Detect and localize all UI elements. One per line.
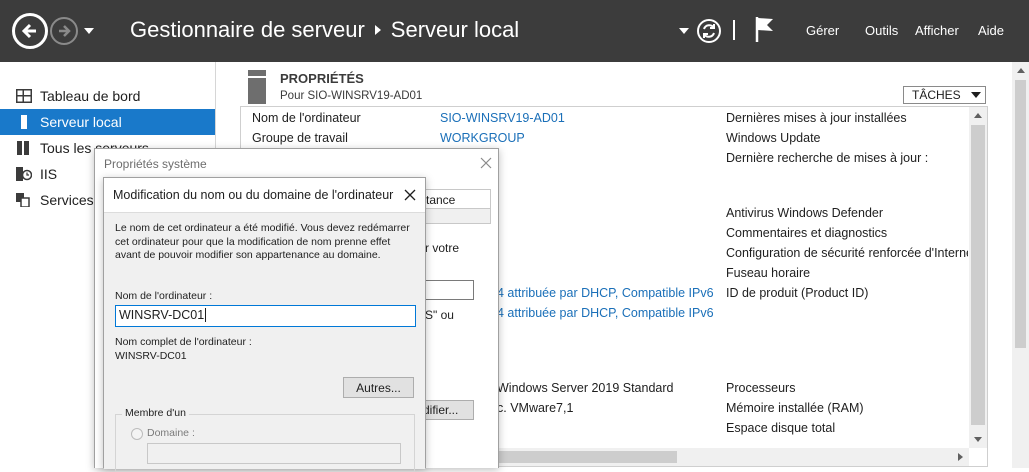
- restart-message: Le nom de cet ordinateur a été modifié. …: [115, 222, 410, 261]
- more-button-label: Autres...: [356, 380, 401, 395]
- ram-label: Mémoire installée (RAM): [726, 401, 864, 415]
- dashboard-icon: [16, 89, 32, 103]
- menu-help[interactable]: Aide: [978, 23, 1004, 38]
- forward-button[interactable]: [50, 17, 78, 45]
- product-id-label: ID de produit (Product ID): [726, 286, 869, 300]
- member-of-label: Membre d'un: [122, 407, 189, 419]
- rename-computer-dialog: Modification du nom ou du domaine de l'o…: [103, 177, 426, 472]
- windows-update-label: Windows Update: [726, 131, 821, 145]
- computer-name-input[interactable]: WINSRV-DC01: [115, 305, 416, 327]
- page-vscrollbar[interactable]: [1012, 62, 1029, 468]
- refresh-icon[interactable]: [696, 18, 722, 44]
- computer-name-link[interactable]: SIO-WINSRV19-AD01: [440, 111, 565, 125]
- more-button[interactable]: Autres...: [343, 377, 414, 398]
- toolbar-divider: [733, 20, 735, 40]
- history-dropdown-icon[interactable]: [84, 28, 94, 34]
- notifications-dropdown-icon[interactable]: [679, 28, 689, 34]
- description-input[interactable]: [423, 280, 474, 300]
- os-version-value: Windows Server 2019 Standard: [497, 381, 674, 395]
- domain-label: Domaine :: [147, 427, 195, 439]
- back-arrow-icon: [21, 23, 36, 39]
- close-icon[interactable]: [404, 189, 416, 201]
- tab-strip: [415, 208, 491, 224]
- workgroup-link[interactable]: WORKGROUP: [440, 131, 525, 145]
- system-properties-title: Propriétés système: [104, 157, 207, 171]
- back-button[interactable]: [12, 13, 48, 49]
- iis-icon: [16, 167, 32, 181]
- ethernet-status-link[interactable]: 4 attribuée par DHCP, Compatible IPv6: [497, 286, 714, 300]
- tasks-label: TÂCHES: [912, 88, 961, 102]
- hardware-value: c. VMware7,1: [497, 401, 574, 415]
- tab-remote[interactable]: tance: [415, 189, 491, 208]
- page-vscroll-thumb[interactable]: [1015, 80, 1026, 348]
- last-updates-label: Dernières mises à jour installées: [726, 111, 907, 125]
- ethernet2-status-link[interactable]: 4 attribuée par DHCP, Compatible IPv6: [497, 306, 714, 320]
- disk-label: Espace disque total: [726, 421, 836, 435]
- workgroup-label: Groupe de travail: [252, 131, 348, 145]
- tasks-button[interactable]: TÂCHES: [903, 86, 986, 104]
- change-button-label: difier...: [423, 403, 459, 417]
- sidebar-item-local-server[interactable]: Serveur local: [0, 109, 215, 135]
- ie-security-label: Configuration de sécurité renforcée d'In…: [726, 246, 968, 260]
- servers-icon: [17, 141, 29, 155]
- timezone-label: Fuseau horaire: [726, 266, 811, 280]
- rename-dialog-title: Modification du nom ou du domaine de l'o…: [113, 188, 394, 202]
- title-bar: Gestionnaire de serveur Serveur local Gér…: [0, 0, 1029, 62]
- full-name-label: Nom complet de l'ordinateur :: [115, 336, 252, 348]
- properties-vscrollbar[interactable]: [969, 107, 987, 448]
- forward-arrow-icon: [59, 25, 71, 37]
- menu-tools[interactable]: Outils: [865, 23, 898, 38]
- scroll-down-icon[interactable]: [974, 437, 982, 442]
- processors-label: Processeurs: [726, 381, 796, 395]
- feedback-label: Commentaires et diagnostics: [726, 226, 888, 240]
- scroll-right-icon[interactable]: [958, 453, 963, 461]
- sidebar-item-dashboard[interactable]: Tableau de bord: [0, 83, 215, 109]
- sidebar-item-label: IIS: [40, 166, 58, 182]
- menu-manage[interactable]: Gérer: [806, 23, 839, 38]
- domain-input[interactable]: [147, 443, 401, 464]
- scroll-up-icon[interactable]: [974, 113, 982, 118]
- page-name[interactable]: Serveur local: [391, 17, 519, 42]
- server-tile-icon: [248, 70, 266, 104]
- app-name: Gestionnaire de serveur: [130, 17, 365, 43]
- properties-heading: PROPRIÉTÉS: [280, 71, 364, 86]
- server-icon: [21, 115, 27, 129]
- menu-view[interactable]: Afficher: [915, 23, 959, 38]
- page-scroll-up-icon[interactable]: [1017, 68, 1025, 73]
- text-cursor: [205, 308, 207, 322]
- computer-name-label: Nom de l'ordinateur: [252, 111, 361, 125]
- full-name-value: WINSRV-DC01: [115, 350, 187, 362]
- defender-label: Antivirus Windows Defender: [726, 206, 884, 220]
- sysprops-text-1: r votre: [425, 241, 460, 255]
- sysprops-text-2: S" ou: [425, 308, 454, 322]
- close-icon[interactable]: [480, 157, 492, 169]
- vscroll-thumb[interactable]: [971, 125, 985, 425]
- sidebar-item-label: Tableau de bord: [40, 88, 141, 104]
- tab-remote-label: tance: [426, 193, 456, 207]
- breadcrumb: Gestionnaire de serveur Serveur local: [130, 16, 519, 43]
- services-icon: [16, 193, 30, 207]
- computer-name-label: Nom de l'ordinateur :: [115, 290, 213, 302]
- sidebar-item-label: Serveur local: [40, 114, 122, 130]
- properties-subheading: Pour SIO-WINSRV19-AD01: [280, 90, 423, 102]
- flag-icon[interactable]: [754, 15, 776, 43]
- hscroll-thumb[interactable]: [491, 451, 677, 463]
- computer-name-value: WINSRV-DC01: [119, 308, 205, 322]
- breadcrumb-separator-icon: [374, 25, 381, 36]
- last-check-label: Dernière recherche de mises à jour :: [726, 151, 929, 165]
- domain-radio[interactable]: [131, 428, 143, 440]
- chevron-down-icon: [970, 92, 981, 98]
- change-button[interactable]: difier...: [418, 400, 474, 420]
